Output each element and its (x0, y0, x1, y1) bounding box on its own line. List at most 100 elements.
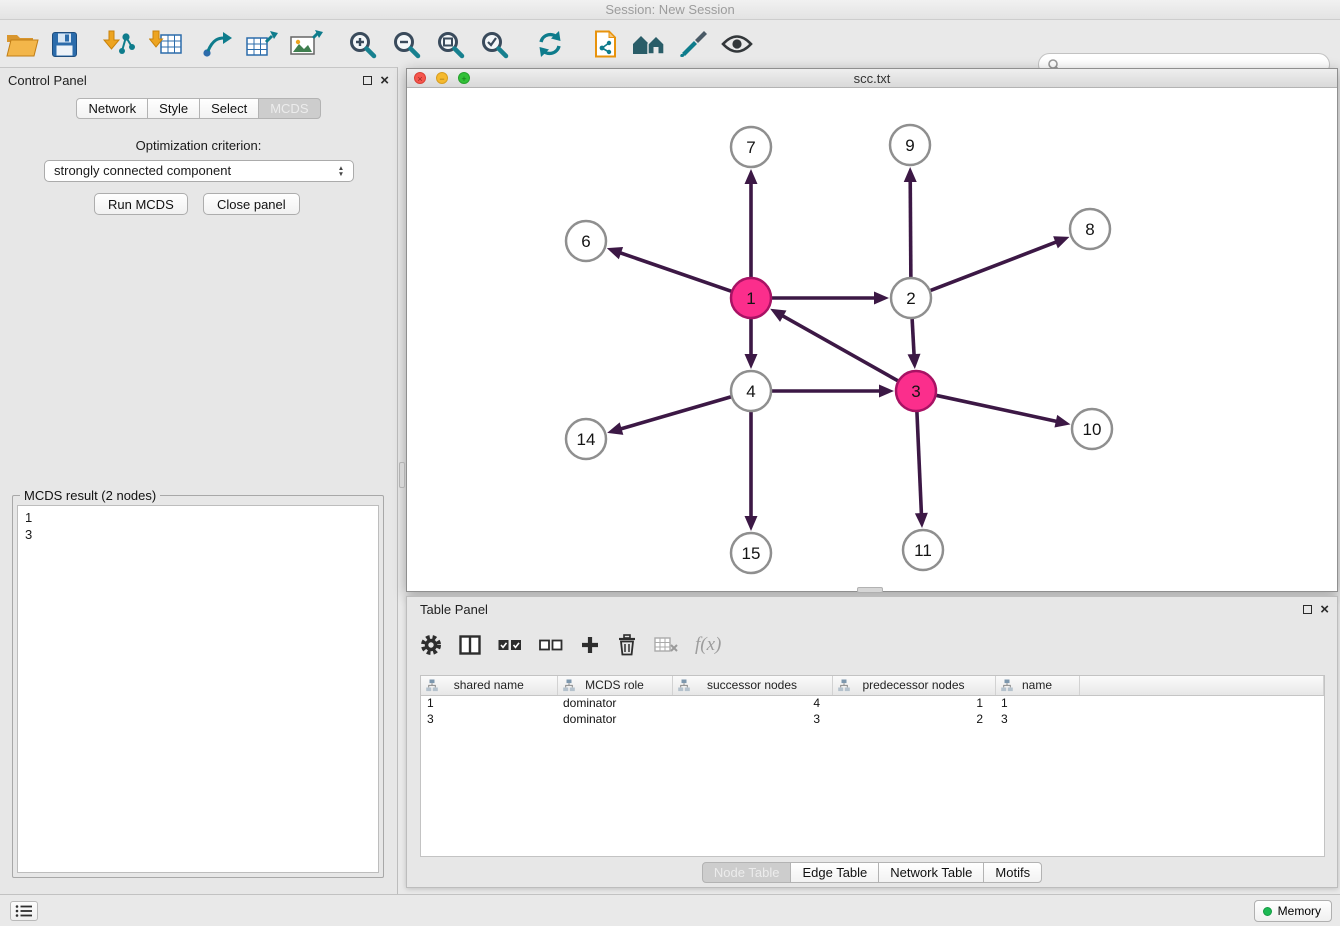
mcds-result-list[interactable]: 1 3 (17, 505, 379, 873)
graph-edge-2-8[interactable] (931, 236, 1070, 290)
select-all-button[interactable] (498, 631, 522, 659)
graph-edge-3-1[interactable] (770, 309, 898, 381)
graph-edge-2-3[interactable] (908, 319, 921, 369)
tab-mcds[interactable]: MCDS (258, 98, 320, 119)
table-cell[interactable]: 2 (832, 711, 995, 727)
column-header-name[interactable]: name (995, 676, 1079, 695)
clone-network-icon (591, 29, 619, 59)
export-network-button[interactable] (198, 25, 238, 63)
table-row[interactable]: 1dominator411 (421, 695, 1324, 711)
graph-node-11[interactable]: 11 (903, 530, 943, 570)
zoom-fit-button[interactable] (430, 25, 470, 63)
table-cell[interactable]: 3 (672, 711, 832, 727)
close-panel-icon[interactable]: × (380, 76, 389, 85)
float-window-icon[interactable] (1303, 605, 1312, 614)
column-header-shared-name[interactable]: shared name (421, 676, 557, 695)
export-image-button[interactable] (286, 25, 326, 63)
svg-text:8: 8 (1085, 220, 1094, 239)
graph-edge-3-11[interactable] (915, 412, 928, 528)
save-session-button[interactable] (44, 25, 84, 63)
column-header-predecessor-nodes[interactable]: predecessor nodes (832, 676, 995, 695)
home-button[interactable] (629, 25, 669, 63)
splitter-handle-vertical[interactable] (399, 462, 405, 488)
window-close-icon[interactable]: × (414, 72, 426, 84)
graph-node-7[interactable]: 7 (731, 127, 771, 167)
column-header-successor-nodes[interactable]: successor nodes (672, 676, 832, 695)
show-hide-button[interactable] (717, 25, 757, 63)
graph-edge-1-7[interactable] (745, 169, 758, 277)
network-canvas[interactable]: 7 9 6 8 1 2 4 3 14 10 15 11 (407, 88, 1337, 591)
table-cell[interactable]: 1 (995, 695, 1079, 711)
graph-edge-3-10[interactable] (937, 395, 1071, 427)
memory-button[interactable]: Memory (1254, 900, 1332, 922)
add-column-button[interactable] (580, 631, 600, 659)
import-network-button[interactable] (98, 25, 138, 63)
zoom-in-button[interactable] (342, 25, 382, 63)
tab-edge-table[interactable]: Edge Table (790, 862, 879, 883)
node-table[interactable]: shared name MCDS role successor nodes pr… (420, 675, 1325, 857)
graph-node-8[interactable]: 8 (1070, 209, 1110, 249)
network-window-titlebar[interactable]: × − + scc.txt (407, 69, 1337, 88)
graph-node-6[interactable]: 6 (566, 221, 606, 261)
graph-node-3[interactable]: 3 (896, 371, 936, 411)
table-cell[interactable]: 3 (995, 711, 1079, 727)
tab-style[interactable]: Style (147, 98, 200, 119)
tab-network[interactable]: Network (76, 98, 148, 119)
window-zoom-icon[interactable]: + (458, 72, 470, 84)
refresh-view-button[interactable] (530, 25, 570, 63)
table-cell[interactable]: 4 (672, 695, 832, 711)
graph-edge-2-9[interactable] (904, 167, 917, 277)
tab-network-table[interactable]: Network Table (878, 862, 984, 883)
splitter-handle-horizontal[interactable] (857, 587, 883, 593)
clone-network-button[interactable] (585, 25, 625, 63)
run-mcds-button[interactable]: Run MCDS (94, 193, 188, 215)
deselect-all-button[interactable] (539, 631, 563, 659)
task-history-button[interactable] (10, 901, 38, 921)
zoom-out-button[interactable] (386, 25, 426, 63)
import-table-button[interactable] (146, 25, 186, 63)
zoom-selected-button[interactable] (474, 25, 514, 63)
graph-node-15[interactable]: 15 (731, 533, 771, 573)
graph-edge-4-15[interactable] (745, 412, 758, 531)
export-table-button[interactable] (242, 25, 282, 63)
apply-style-button[interactable] (673, 25, 713, 63)
split-panel-button[interactable] (459, 631, 481, 659)
graph-edge-4-3[interactable] (772, 385, 894, 398)
tab-select[interactable]: Select (199, 98, 259, 119)
graph-node-9[interactable]: 9 (890, 125, 930, 165)
graph-node-14[interactable]: 14 (566, 419, 606, 459)
table-panel-tabs: Node Table Edge Table Network Table Moti… (407, 862, 1337, 883)
mcds-result-title: MCDS result (2 nodes) (20, 488, 160, 503)
delete-column-button[interactable] (617, 631, 637, 659)
graph-node-4[interactable]: 4 (731, 371, 771, 411)
optimization-criterion-select[interactable]: strongly connected component ▲▼ (44, 160, 354, 182)
delete-table-button[interactable] (654, 631, 678, 659)
node-table-body: 1dominator4113dominator323 (421, 695, 1324, 727)
graph-edge-1-2[interactable] (772, 292, 889, 305)
table-row[interactable]: 3dominator323 (421, 711, 1324, 727)
tab-motifs[interactable]: Motifs (983, 862, 1042, 883)
mcds-result-group: MCDS result (2 nodes) 1 3 (12, 495, 384, 878)
graph-edge-4-14[interactable] (607, 397, 731, 435)
column-header-mcds-role[interactable]: MCDS role (557, 676, 672, 695)
table-cell[interactable]: 3 (421, 711, 557, 727)
table-cell[interactable]: dominator (557, 711, 672, 727)
table-cell[interactable]: 1 (832, 695, 995, 711)
close-panel-icon[interactable]: × (1320, 605, 1329, 614)
tab-node-table[interactable]: Node Table (702, 862, 792, 883)
graph-edge-1-4[interactable] (745, 319, 758, 369)
checked-boxes-icon (498, 637, 522, 653)
graph-node-10[interactable]: 10 (1072, 409, 1112, 449)
function-builder-button[interactable]: f(x) (695, 631, 721, 659)
control-panel-title: Control Panel (8, 73, 87, 88)
window-minimize-icon[interactable]: − (436, 72, 448, 84)
table-cell[interactable]: 1 (421, 695, 557, 711)
graph-node-2[interactable]: 2 (891, 278, 931, 318)
float-window-icon[interactable] (363, 76, 372, 85)
open-session-button[interactable] (2, 25, 42, 63)
graph-edge-1-6[interactable] (607, 247, 731, 291)
close-panel-button[interactable]: Close panel (203, 193, 300, 215)
table-cell[interactable]: dominator (557, 695, 672, 711)
graph-node-1[interactable]: 1 (731, 278, 771, 318)
table-settings-button[interactable] (420, 631, 442, 659)
